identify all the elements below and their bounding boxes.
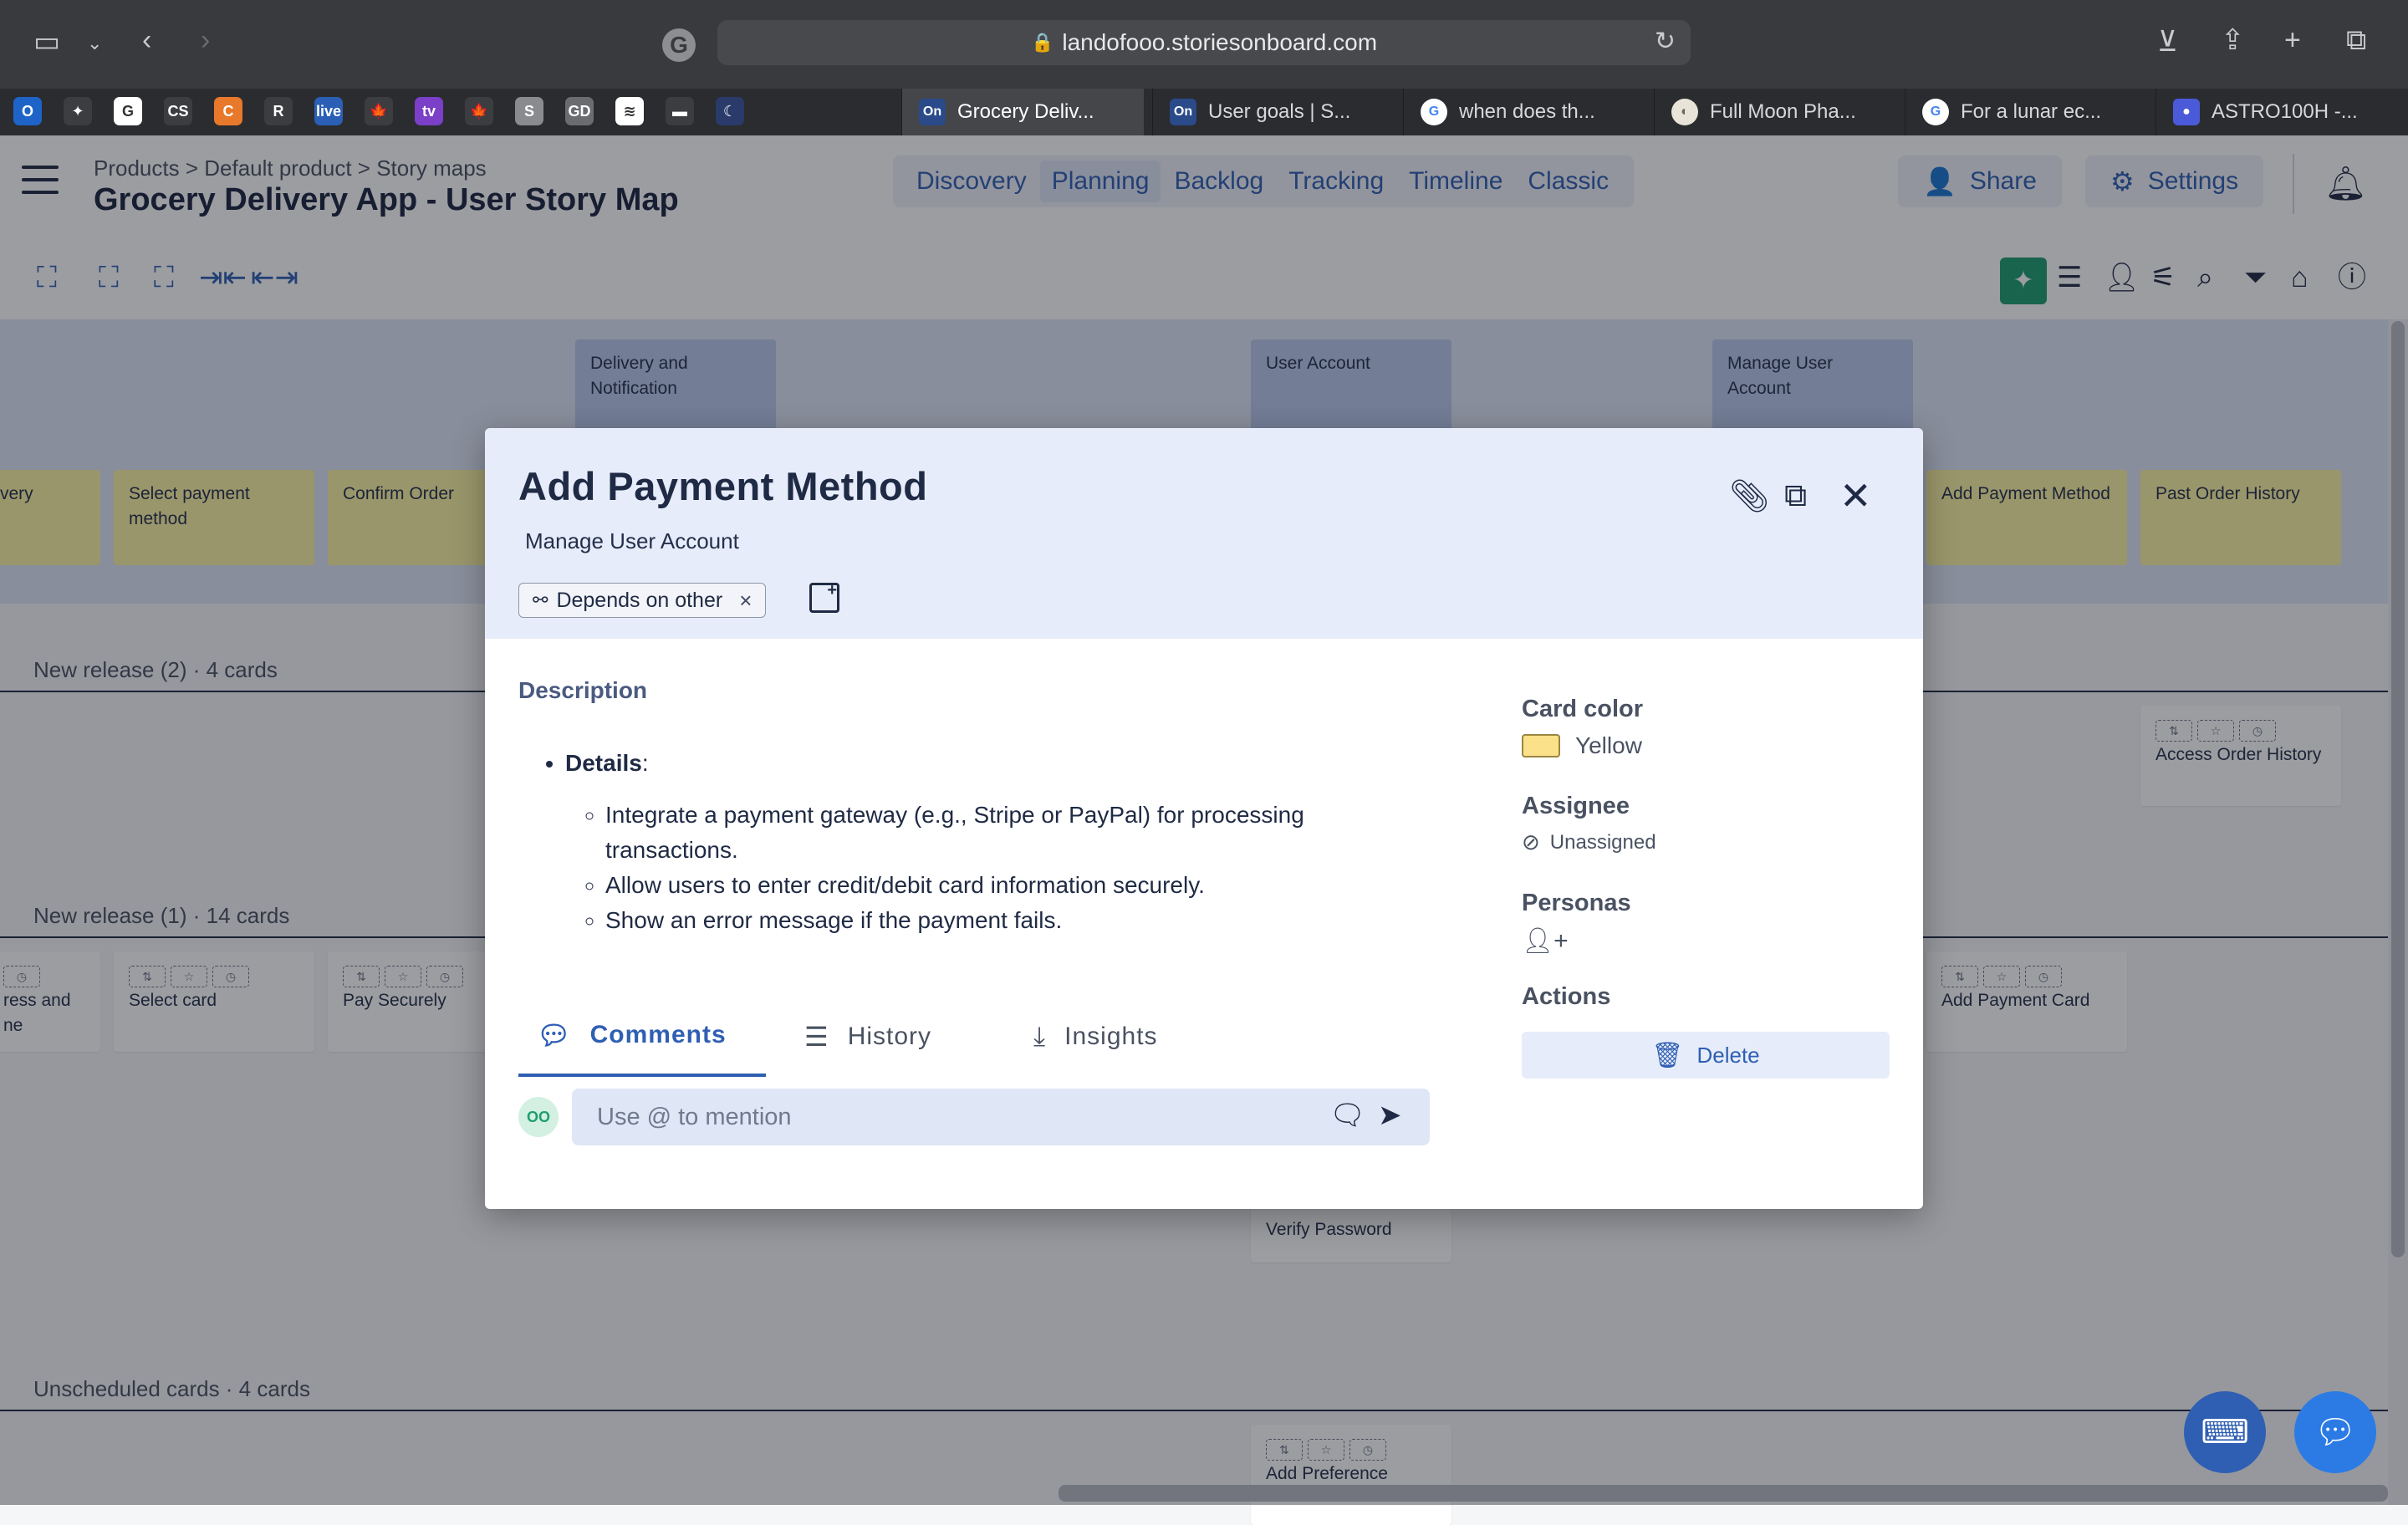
paperclip-icon[interactable]: 📎︎: [1729, 478, 1769, 515]
browser-tab[interactable]: ◐ Full Moon Pha...: [1654, 89, 1896, 135]
pinned-tab-icon[interactable]: C: [214, 97, 242, 125]
chat-support-button[interactable]: 💬︎: [2294, 1391, 2376, 1473]
pinned-tab-icon[interactable]: G: [114, 97, 142, 125]
pinned-tab-icon[interactable]: live: [314, 97, 343, 125]
browser-tab[interactable]: On User goals | S...: [1152, 89, 1395, 135]
pinned-tab-icon[interactable]: GD: [565, 97, 594, 125]
download-icon: ⤓: [1033, 1021, 1047, 1051]
tab-favicon-icon: G: [1922, 99, 1949, 125]
browser-toolbar: ▭ ⌄ ‹ › G 🔒 landofooo.storiesonboard.com…: [0, 0, 2408, 89]
send-icon[interactable]: ➤: [1378, 1099, 1402, 1132]
card-detail-dialog: Add Payment Method Manage User Account 📎…: [485, 428, 1923, 1209]
tab-favicon-icon: ◐: [1671, 99, 1698, 125]
dialog-tabs: 💬︎ Comments ☰ History ⤓ Insights: [518, 997, 1430, 1079]
assignee-picker[interactable]: ⊘ Unassigned: [1522, 829, 1656, 855]
add-tag-icon[interactable]: +: [809, 582, 839, 613]
delete-label: Delete: [1696, 1042, 1760, 1068]
tab-insights[interactable]: ⤓ Insights: [1033, 997, 1158, 1077]
copy-icon[interactable]: ⧉: [1784, 478, 1807, 514]
forward-icon[interactable]: ›: [201, 23, 210, 57]
dependency-tag[interactable]: ⚯ Depends on other ×: [518, 583, 767, 618]
tab-insights-label: Insights: [1064, 1023, 1158, 1050]
tab-bar: O ✦ G CS C Rlive 🍁 tv 🍁 S GD ≋ ▬ ☾ On Grocery Deliv...…: [0, 89, 2408, 135]
details-colon: :: [641, 750, 649, 776]
pinned-tab-icon[interactable]: ✦: [64, 97, 92, 125]
assignee-label: Assignee: [1522, 793, 1630, 819]
remove-tag-icon[interactable]: ×: [739, 588, 752, 614]
tab-overview-icon[interactable]: ⧉: [2346, 23, 2366, 57]
browser-tab[interactable]: G For a lunar ec...: [1905, 89, 2147, 135]
list-icon: ☰: [804, 1022, 829, 1052]
tab-history[interactable]: ☰ History: [804, 997, 931, 1077]
browser-tab-title: ASTRO100H -...: [2212, 100, 2358, 123]
assignee-value: Unassigned: [1549, 830, 1656, 854]
tab-comments-label: Comments: [589, 1021, 727, 1048]
lock-icon: 🔒: [1030, 32, 1054, 53]
avatar: OO: [518, 1097, 559, 1137]
pinned-tab-icon[interactable]: ≋: [615, 97, 644, 125]
description-body[interactable]: Details: Integrate a payment gateway (e.…: [518, 746, 1354, 938]
personas-label: Personas: [1522, 890, 1631, 916]
pinned-tab-icon[interactable]: ☾: [716, 97, 744, 125]
browser-tab[interactable]: On Grocery Deliv...: [901, 89, 1144, 135]
tab-favicon-icon: G: [1421, 99, 1447, 125]
chevron-down-icon[interactable]: ⌄: [87, 27, 102, 60]
browser-tab-title: when does th...: [1459, 100, 1595, 123]
tab-favicon-icon: On: [919, 99, 946, 125]
description-heading: Description: [518, 677, 648, 703]
details-label: Details: [565, 750, 642, 776]
card-color-label: Card color: [1522, 696, 1644, 722]
dependency-icon: ⚯: [533, 589, 548, 610]
tab-comments[interactable]: 💬︎ Comments: [518, 997, 766, 1077]
pinned-tab-icon[interactable]: CS: [164, 97, 192, 125]
pinned-tab-icon[interactable]: O: [13, 97, 42, 125]
tab-history-label: History: [847, 1023, 932, 1050]
pinned-tab-icon[interactable]: S: [515, 97, 543, 125]
pinned-tab-icon[interactable]: tv: [415, 97, 443, 125]
browser-tab-title: Grocery Deliv...: [957, 100, 1094, 123]
browser-tab-title: Full Moon Pha...: [1710, 100, 1856, 123]
browser-tab-title: For a lunar ec...: [1961, 100, 2102, 123]
sidebar-toggle-icon[interactable]: ▭: [33, 25, 60, 59]
back-icon[interactable]: ‹: [142, 23, 151, 57]
dependency-tag-label: Depends on other: [556, 588, 723, 612]
address-bar[interactable]: 🔒 landofooo.storiesonboard.com ↻: [717, 20, 1691, 65]
detail-bullet: Allow users to enter credit/debit card i…: [605, 868, 1354, 903]
pinned-tab-icon[interactable]: 🍁: [365, 97, 393, 125]
grammarly-extension-icon[interactable]: G: [662, 28, 696, 62]
parent-activity: Manage User Account: [525, 528, 739, 553]
emoji-comment-icon[interactable]: 🗨︎: [1329, 1099, 1365, 1132]
comments-icon: 💬︎: [537, 1020, 572, 1050]
close-icon[interactable]: ✕: [1839, 473, 1872, 518]
actions-label: Actions: [1522, 983, 1611, 1010]
trash-icon: 🗑︎: [1651, 1041, 1684, 1069]
browser-tab[interactable]: ● ASTRO100H -...: [2155, 89, 2398, 135]
detail-bullet: Show an error message if the payment fai…: [605, 903, 1354, 938]
color-swatch: [1522, 734, 1560, 757]
downloads-icon[interactable]: ⊻: [2157, 25, 2178, 59]
delete-button[interactable]: 🗑︎ Delete: [1522, 1032, 1890, 1079]
detail-bullet: Integrate a payment gateway (e.g., Strip…: [605, 798, 1354, 868]
pinned-tab-icon[interactable]: R: [264, 97, 293, 125]
comment-input[interactable]: [572, 1089, 1430, 1145]
pinned-tab-icon[interactable]: ▬: [666, 97, 694, 125]
card-title[interactable]: Add Payment Method: [518, 463, 927, 509]
browser-tab-title: User goals | S...: [1208, 100, 1351, 123]
tab-favicon-icon: On: [1170, 99, 1196, 125]
dialog-header: Add Payment Method Manage User Account 📎…: [485, 428, 1923, 639]
add-persona-icon[interactable]: 👤︎+: [1522, 926, 1569, 956]
browser-tab[interactable]: Gwhen does th...: [1403, 89, 1645, 135]
share-icon[interactable]: ⇪: [2221, 23, 2245, 57]
url-text: landofooo.storiesonboard.com: [1062, 29, 1378, 55]
card-color-value: Yellow: [1575, 732, 1642, 758]
tab-favicon-icon: ●: [2173, 99, 2200, 125]
reload-icon[interactable]: ↻: [1655, 27, 1676, 56]
keyboard-shortcuts-button[interactable]: ⌨: [2184, 1391, 2266, 1473]
new-tab-icon[interactable]: +: [2284, 23, 2301, 57]
card-color-picker[interactable]: Yellow: [1522, 732, 1642, 759]
details-item: Details: Integrate a payment gateway (e.…: [565, 746, 1354, 938]
unassigned-user-icon: ⊘: [1522, 829, 1540, 854]
pinned-tab-icon[interactable]: 🍁: [465, 97, 493, 125]
